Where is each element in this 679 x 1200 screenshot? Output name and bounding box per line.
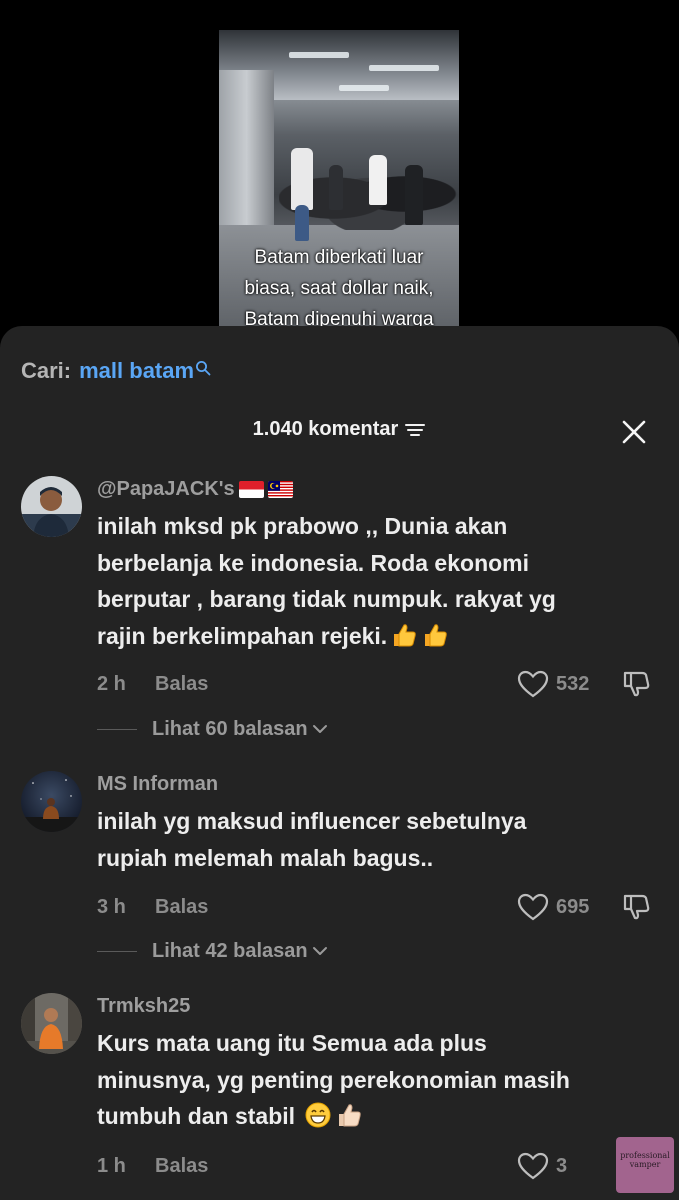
replies-divider — [97, 950, 137, 952]
username-row: MS Informan — [97, 771, 657, 797]
comment-body: @PapaJACK's inilah mksd pk prabowo ,, Du… — [97, 476, 657, 654]
comment-count: 1.040 komentar — [252, 418, 399, 440]
video-scene-light — [289, 52, 349, 58]
username-row: @PapaJACK's — [97, 476, 657, 502]
comment-body: MS Informan inilah yg maksud influencer … — [97, 771, 657, 876]
chevron-down-icon — [312, 947, 327, 955]
thumbs-up-icon — [394, 623, 416, 646]
comment-text-wrap: inilah mksd pk prabowo ,, Dunia akan ber… — [97, 508, 657, 654]
heart-icon — [517, 893, 549, 921]
comment-text-wrap: Kurs mata uang itu Semua ada plus minusn… — [97, 1025, 657, 1135]
like-count: 695 — [556, 895, 590, 918]
close-icon[interactable] — [620, 418, 648, 446]
like-button[interactable]: 532 — [517, 669, 589, 699]
filter-icon — [405, 423, 426, 436]
comment-body: Trmksh25 Kurs mata uang itu Semua ada pl… — [97, 993, 657, 1135]
video-scene-person — [295, 205, 309, 241]
comment-count-wrap: 1.040 komentar — [0, 418, 679, 441]
video-scene-person — [329, 165, 343, 210]
username[interactable]: Trmksh25 — [97, 995, 190, 1018]
comments-sheet: Cari: mall batam 1.040 komentar @PapaJAC… — [0, 326, 679, 1200]
comment-sort-toggle[interactable]: 1.040 komentar — [253, 418, 427, 441]
comment-time: 3 h — [97, 896, 126, 918]
search-prefix: Cari: — [21, 358, 72, 383]
comment-text: Kurs mata uang itu Semua ada plus minusn… — [97, 1030, 570, 1129]
like-count: 532 — [556, 672, 590, 695]
search-term-link[interactable]: mall batam — [79, 358, 194, 384]
comment-text: inilah mksd pk prabowo ,, Dunia akan ber… — [97, 513, 556, 649]
avatar[interactable] — [21, 993, 82, 1054]
indonesia-flag-icon — [238, 480, 264, 498]
thumbs-up-light-icon — [339, 1104, 362, 1127]
comment-text: inilah yg maksud influencer sebetulnya r… — [97, 808, 527, 871]
reply-button[interactable]: Balas — [155, 1155, 208, 1178]
replies-divider — [97, 728, 137, 730]
username[interactable]: MS Informan — [97, 773, 218, 796]
video-thumbnail[interactable]: Batam diberkati luar biasa, saat dollar … — [219, 30, 459, 330]
video-scene-light — [339, 85, 389, 91]
search-suggestion[interactable]: Cari: mall batam — [21, 354, 211, 384]
comments-header: 1.040 komentar — [0, 418, 679, 448]
view-replies-label: Lihat 60 balasan — [152, 717, 308, 740]
like-count: 3 — [556, 1154, 568, 1177]
dislike-icon[interactable] — [622, 670, 652, 698]
video-scene-light — [369, 65, 439, 71]
avatar[interactable] — [21, 771, 82, 832]
heart-icon — [517, 670, 549, 698]
avatar[interactable] — [21, 476, 82, 537]
video-player[interactable]: Batam diberkati luar biasa, saat dollar … — [0, 0, 679, 340]
comment-time: 2 h — [97, 673, 126, 695]
view-replies-label: Lihat 42 balasan — [152, 939, 308, 962]
video-scene-person — [369, 155, 387, 205]
watermark-logo: professional vamper — [616, 1137, 674, 1193]
view-replies-button[interactable]: Lihat 42 balasan — [97, 938, 497, 964]
like-button[interactable]: 695 — [517, 892, 589, 922]
search-icon — [196, 361, 211, 376]
thumbs-up-icon — [425, 623, 447, 646]
comment-meta: 2 h Balas 532 — [97, 669, 657, 699]
video-caption: Batam diberkati luar biasa, saat dollar … — [244, 247, 434, 330]
username-row: Trmksh25 — [97, 993, 657, 1019]
watermark-text: professional vamper — [620, 1151, 670, 1169]
comment-meta: 1 h Balas 3 — [97, 1151, 657, 1181]
comment-time: 1 h — [97, 1155, 126, 1177]
username[interactable]: @PapaJACK's — [97, 478, 235, 501]
video-scene-person — [405, 165, 423, 225]
reply-button[interactable]: Balas — [155, 896, 208, 919]
malaysia-flag-icon — [267, 480, 293, 498]
comment-meta: 3 h Balas 695 — [97, 892, 657, 922]
dislike-icon[interactable] — [622, 893, 652, 921]
chevron-down-icon — [312, 725, 327, 733]
grinning-face-icon — [305, 1102, 331, 1128]
like-button[interactable]: 3 — [517, 1151, 567, 1181]
heart-icon — [517, 1152, 549, 1180]
video-scene-person — [291, 148, 313, 210]
view-replies-button[interactable]: Lihat 60 balasan — [97, 716, 497, 742]
reply-button[interactable]: Balas — [155, 673, 208, 696]
